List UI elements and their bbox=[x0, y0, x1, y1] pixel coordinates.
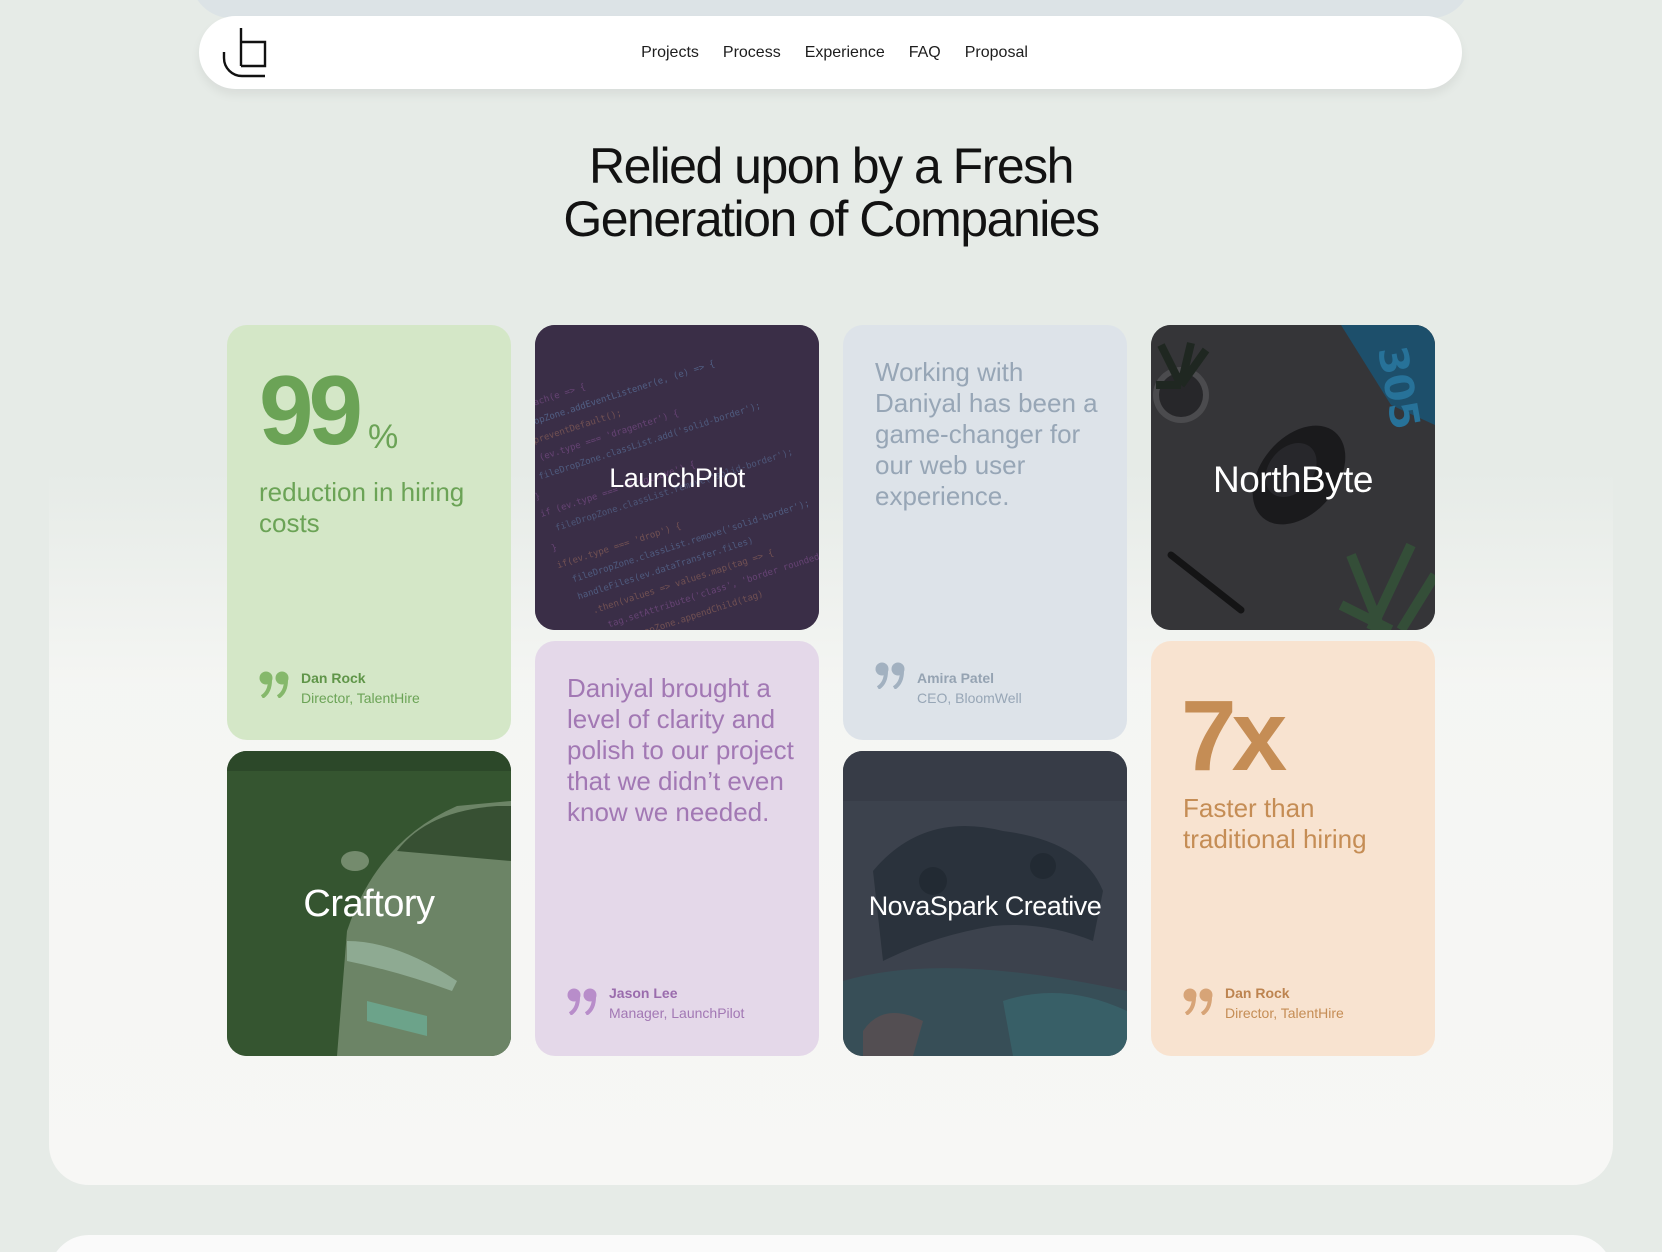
author-role: CEO, BloomWell bbox=[917, 690, 1022, 706]
section-title: Relied upon by a Fresh Generation of Com… bbox=[0, 140, 1662, 246]
stat-card-hiring-costs: 99 % reduction in hiring costs Dan Rock … bbox=[227, 325, 511, 740]
stat-card-faster-hiring: 7x Faster than traditional hiring Dan Ro… bbox=[1151, 641, 1435, 1056]
logo-card-novaspark: NovaSpark Creative bbox=[843, 751, 1127, 1056]
stat-description: Faster than traditional hiring bbox=[1183, 793, 1367, 854]
quote-mark-icon bbox=[567, 988, 597, 1015]
logo-card-launchpilot: ts.forEach(e => { fileDropZone.addEventL… bbox=[535, 325, 819, 630]
quote-mark-icon bbox=[259, 671, 289, 698]
section-title-line-2: Generation of Companies bbox=[563, 191, 1100, 247]
nav-link-process[interactable]: Process bbox=[723, 44, 781, 62]
author-name: Jason Lee bbox=[609, 985, 678, 1001]
author-block: Dan Rock Director, TalentHire bbox=[1183, 985, 1344, 1023]
quote-card-jason: Daniyal brought a level of clarity and p… bbox=[535, 641, 819, 1056]
nav-links: Projects Process Experience FAQ Proposal bbox=[199, 16, 1462, 89]
stat-description: reduction in hiring costs bbox=[259, 477, 465, 538]
stat-value: 99 bbox=[259, 355, 363, 465]
company-label: Craftory bbox=[303, 883, 435, 925]
nav-link-faq[interactable]: FAQ bbox=[909, 44, 941, 62]
nav-link-proposal[interactable]: Proposal bbox=[965, 44, 1028, 62]
author-role: Director, TalentHire bbox=[301, 690, 420, 706]
author-name: Dan Rock bbox=[1225, 985, 1290, 1001]
author-role: Director, TalentHire bbox=[1225, 1005, 1344, 1021]
company-label: NovaSpark Creative bbox=[868, 891, 1102, 921]
next-section-panel bbox=[49, 1235, 1613, 1252]
author-name: Amira Patel bbox=[917, 670, 995, 686]
nav-link-experience[interactable]: Experience bbox=[805, 44, 885, 62]
company-label: NorthByte bbox=[1212, 459, 1374, 500]
logo-card-craftory: Craftory bbox=[227, 751, 511, 1056]
quote-text: Working with Daniyal has been a game-cha… bbox=[875, 357, 1098, 511]
logo-card-northbyte: 305 NorthByte bbox=[1151, 325, 1435, 630]
page: Projects Process Experience FAQ Proposal… bbox=[0, 0, 1662, 1252]
company-label: LaunchPilot bbox=[609, 463, 745, 493]
quote-card-amira: Working with Daniyal has been a game-cha… bbox=[843, 325, 1127, 740]
stat-value: 7x bbox=[1181, 680, 1287, 792]
quote-mark-icon bbox=[875, 662, 905, 689]
quote-text: Daniyal brought a level of clarity and p… bbox=[567, 673, 794, 827]
stat-unit: % bbox=[368, 418, 399, 456]
author-role: Manager, LaunchPilot bbox=[609, 1005, 745, 1021]
quote-mark-icon bbox=[1183, 988, 1213, 1015]
top-nav: Projects Process Experience FAQ Proposal bbox=[199, 16, 1462, 89]
author-block: Amira Patel CEO, BloomWell bbox=[875, 659, 1022, 708]
nav-link-projects[interactable]: Projects bbox=[641, 44, 699, 62]
section-title-line-1: Relied upon by a Fresh bbox=[589, 138, 1074, 194]
author-block: Jason Lee Manager, LaunchPilot bbox=[567, 985, 744, 1023]
author-block: Dan Rock Director, TalentHire bbox=[259, 668, 420, 708]
author-name: Dan Rock bbox=[301, 670, 366, 686]
